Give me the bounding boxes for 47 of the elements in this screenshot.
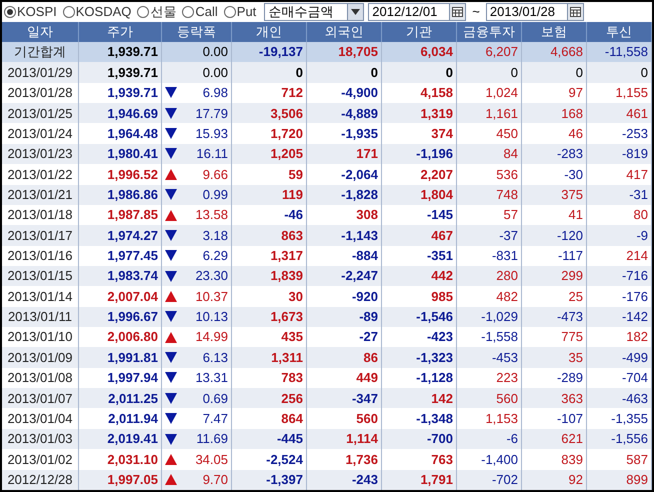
table-cell: 92: [522, 470, 587, 490]
table-cell-text: 0.00: [202, 64, 228, 82]
table-cell-text: 9.70: [202, 470, 228, 489]
table-cell-text: 0.69: [202, 390, 228, 408]
table-cell-text: 16.11: [196, 145, 228, 164]
dropdown-caret-icon: [347, 4, 364, 20]
radio-label[interactable]: Call: [195, 2, 218, 22]
calendar-icon[interactable]: [449, 4, 466, 20]
radio-button[interactable]: [182, 6, 194, 18]
radio-label[interactable]: 선물: [150, 2, 176, 22]
table-cell: -702: [457, 470, 522, 490]
table-cell-text: 9.66: [202, 166, 228, 184]
calendar-icon[interactable]: [566, 4, 583, 20]
table-cell: 1,997.05: [79, 470, 162, 490]
date-field[interactable]: 2013/01/28: [486, 3, 584, 21]
table-cell-text: 13.58: [195, 206, 228, 224]
table-cell-text: 6.29: [202, 247, 228, 266]
table-cell-text: 13.31: [195, 369, 228, 388]
table-cell-text: 6.98: [202, 84, 228, 102]
table-cell-text: 7.47: [202, 410, 228, 428]
table-cell-text: 11.69: [196, 430, 228, 448]
table-cell-text: 23.30: [195, 267, 228, 286]
table-cell-text: 17.79: [195, 104, 228, 122]
date-field[interactable]: 2012/12/01: [368, 3, 466, 21]
table-cell-text: 6.13: [202, 348, 228, 367]
table-cell-text: 10.37: [195, 288, 228, 306]
table-cell: -243: [307, 470, 382, 490]
table-cell: 899: [587, 470, 652, 490]
table-cell: 1,791: [382, 470, 457, 490]
radio-label[interactable]: KOSPI: [17, 2, 57, 22]
table-cell-text: 0.99: [202, 186, 228, 204]
table-cell-text: 10.13: [195, 308, 228, 326]
radio-label[interactable]: Put: [236, 2, 256, 22]
table-cell-text: 15.93: [195, 124, 228, 143]
table-cell: -1,397: [232, 470, 307, 490]
table-cell: 2012/12/28: [2, 470, 79, 490]
table-cell-text: 3.18: [202, 226, 228, 245]
date-separator: ~: [471, 3, 481, 22]
radio-button[interactable]: [4, 6, 16, 18]
radio-button[interactable]: [137, 6, 150, 18]
table-cell-text: 34.05: [195, 450, 228, 469]
radio-button[interactable]: [62, 6, 75, 18]
table-cell-text: 0.00: [202, 43, 228, 62]
metric-dropdown[interactable]: 순매수금액: [264, 3, 364, 21]
table-cell-text: 14.99: [195, 328, 228, 346]
radio-label[interactable]: KOSDAQ: [76, 2, 132, 22]
radio-button[interactable]: [224, 6, 236, 18]
